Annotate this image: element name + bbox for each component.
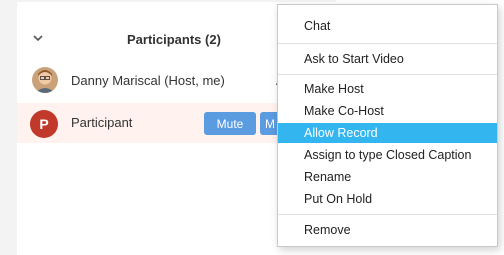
menu-item-allow-record[interactable]: Allow Record <box>278 123 497 143</box>
menu-item-ask-to-start-video[interactable]: Ask to Start Video <box>278 49 497 69</box>
menu-item-chat[interactable]: Chat <box>278 16 497 36</box>
menu-item-label: Assign to type Closed Caption <box>304 148 472 162</box>
menu-item-label: Rename <box>304 170 352 184</box>
participant-avatar: P <box>30 110 58 138</box>
menu-item-label: Allow Record <box>304 126 378 140</box>
menu-item-label: Put On Hold <box>304 192 373 206</box>
menu-item-remove[interactable]: Remove <box>278 220 497 240</box>
menu-separator <box>278 43 497 44</box>
menu-item-rename[interactable]: Rename <box>278 167 497 187</box>
participant-name: Participant <box>71 115 133 130</box>
menu-separator <box>278 214 497 215</box>
panel-title: Participants (2) <box>127 32 221 47</box>
chevron-down-icon[interactable] <box>32 32 44 44</box>
menu-item-make-host[interactable]: Make Host <box>278 79 497 99</box>
host-name: Danny Mariscal (Host, me) <box>71 73 225 88</box>
menu-item-label: Chat <box>304 19 331 33</box>
menu-item-assign-closed-caption[interactable]: Assign to type Closed Caption <box>278 145 497 165</box>
menu-item-put-on-hold[interactable]: Put On Hold <box>278 189 497 209</box>
menu-item-label: Make Host <box>304 82 364 96</box>
menu-item-label: Ask to Start Video <box>304 52 404 66</box>
participant-context-menu: Chat Ask to Start Video Make Host Make C… <box>277 4 498 247</box>
menu-item-label: Make Co-Host <box>304 104 384 118</box>
menu-item-make-co-host[interactable]: Make Co-Host <box>278 101 497 121</box>
mute-button[interactable]: Mute <box>204 112 256 135</box>
menu-item-label: Remove <box>304 223 351 237</box>
avatar-photo-icon <box>32 67 58 93</box>
menu-separator <box>278 74 497 75</box>
